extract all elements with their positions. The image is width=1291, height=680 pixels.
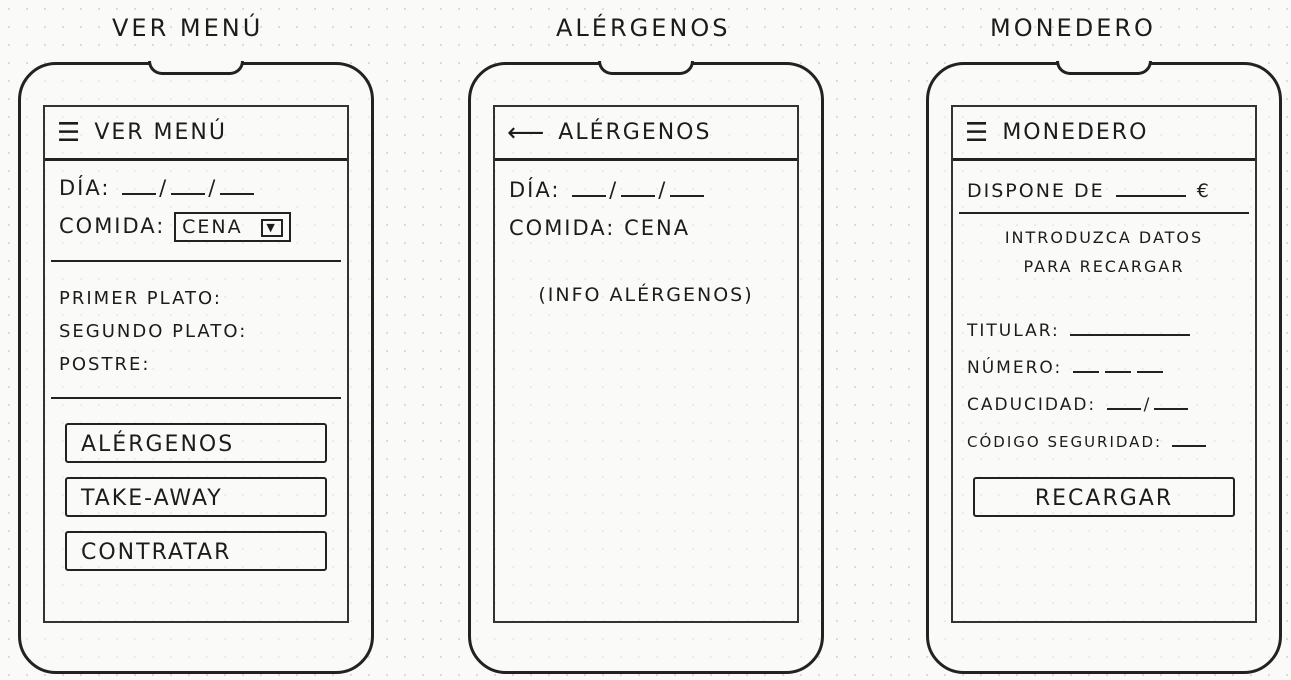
numero-field-3[interactable] <box>1136 353 1163 373</box>
appbar-alergenos: ⟵ ALÉRGENOS <box>495 107 797 161</box>
phone-notch <box>598 61 694 75</box>
caducidad-label: CADUCIDAD: <box>967 395 1097 415</box>
segundo-plato: SEGUNDO PLATO: <box>59 321 248 342</box>
phone-menu: ☰ VER MENÚ DÍA: / / COMIDA: CENA ▼ PRIMER… <box>18 61 374 674</box>
numero-label: NÚMERO: <box>967 358 1063 378</box>
dia-label: DÍA: <box>59 176 111 200</box>
postre: POSTRE: <box>59 354 151 375</box>
sketch-title-menu: VER MENÚ <box>112 14 264 42</box>
year-field <box>670 177 705 197</box>
primer-plato: PRIMER PLATO: <box>59 288 222 309</box>
codigo-label: CÓDIGO SEGURIDAD: <box>967 433 1163 451</box>
numero-field-1[interactable] <box>1072 353 1099 373</box>
caducidad-year-field[interactable] <box>1154 390 1189 410</box>
appbar-menu: ☰ VER MENÚ <box>45 107 347 161</box>
appbar-monedero: ☰ MONEDERO <box>953 107 1255 161</box>
codigo-field[interactable] <box>1171 427 1206 447</box>
numero-row: NÚMERO: <box>953 353 1255 378</box>
comida-value: CENA <box>624 216 691 240</box>
appbar-title: MONEDERO <box>1002 120 1149 145</box>
caducidad-month-field[interactable] <box>1106 390 1141 410</box>
phone-notch <box>1056 61 1152 75</box>
comida-select[interactable]: CENA ▼ <box>174 212 291 242</box>
comida-select-value: CENA <box>182 216 243 238</box>
comida-row: COMIDA: CENA ▼ <box>45 212 347 242</box>
recargar-button[interactable]: RECARGAR <box>973 477 1235 517</box>
month-field <box>621 177 656 197</box>
instrucciones-line-2: PARA RECARGAR <box>1023 257 1185 276</box>
titular-row: TITULAR: <box>953 316 1255 341</box>
takeaway-button[interactable]: TAKE-AWAY <box>65 477 327 517</box>
caducidad-row: CADUCIDAD: / <box>953 390 1255 415</box>
alergenos-info: (INFO ALÉRGENOS) <box>538 284 754 306</box>
phone-monedero: ☰ MONEDERO DISPONE DE € INTRODUZCA DATOS… <box>926 61 1282 674</box>
dispone-label: DISPONE DE <box>967 180 1105 202</box>
back-arrow-icon[interactable]: ⟵ <box>507 118 546 148</box>
contratar-button[interactable]: CONTRATAR <box>65 531 327 571</box>
dia-row: DÍA: / / <box>45 175 347 200</box>
titular-field[interactable] <box>1070 316 1191 336</box>
screen-alergenos: ⟵ ALÉRGENOS DÍA: / / COMIDA: CENA (INFO A… <box>493 105 799 623</box>
divider <box>959 212 1249 214</box>
numero-field-2[interactable] <box>1104 353 1131 373</box>
comida-row: COMIDA: CENA <box>495 216 797 240</box>
saldo-value <box>1115 177 1186 197</box>
phone-alergenos: ⟵ ALÉRGENOS DÍA: / / COMIDA: CENA (INFO A… <box>468 61 824 674</box>
month-field[interactable] <box>171 175 206 195</box>
day-field[interactable] <box>122 175 157 195</box>
titular-label: TITULAR: <box>967 321 1060 341</box>
comida-label: COMIDA: <box>509 216 616 240</box>
day-field <box>572 177 607 197</box>
hamburger-icon[interactable]: ☰ <box>965 118 990 148</box>
screen-menu: ☰ VER MENÚ DÍA: / / COMIDA: CENA ▼ PRIMER… <box>43 105 349 623</box>
sketch-title-monedero: MONEDERO <box>990 14 1156 42</box>
year-field[interactable] <box>220 175 255 195</box>
appbar-title: VER MENÚ <box>94 120 227 145</box>
hamburger-icon[interactable]: ☰ <box>57 118 82 148</box>
euro-icon: € <box>1196 180 1211 202</box>
instrucciones-line-1: INTRODUZCA DATOS <box>1004 228 1204 247</box>
dia-label: DÍA: <box>509 178 561 202</box>
sketch-title-alergenos: ALÉRGENOS <box>556 14 731 42</box>
dia-row: DÍA: / / <box>495 177 797 202</box>
saldo-row: DISPONE DE € <box>953 177 1255 202</box>
divider <box>51 260 341 262</box>
appbar-title: ALÉRGENOS <box>558 120 712 145</box>
comida-label: COMIDA: <box>59 214 166 238</box>
screen-monedero: ☰ MONEDERO DISPONE DE € INTRODUZCA DATOS… <box>951 105 1257 623</box>
divider <box>51 397 341 399</box>
phone-notch <box>148 61 244 75</box>
codigo-row: CÓDIGO SEGURIDAD: <box>953 427 1255 451</box>
chevron-down-icon: ▼ <box>260 218 283 237</box>
alergenos-button[interactable]: ALÉRGENOS <box>65 423 327 463</box>
